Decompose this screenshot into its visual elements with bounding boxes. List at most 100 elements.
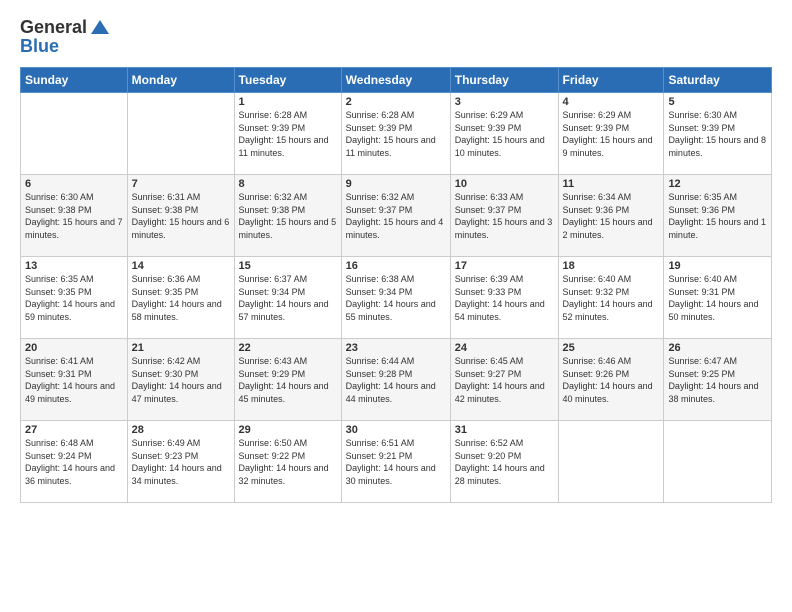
- calendar-cell: 12Sunrise: 6:35 AMSunset: 9:36 PMDayligh…: [664, 175, 772, 257]
- day-info: Sunrise: 6:51 AMSunset: 9:21 PMDaylight:…: [346, 437, 446, 487]
- day-number: 20: [25, 342, 123, 354]
- day-info: Sunrise: 6:41 AMSunset: 9:31 PMDaylight:…: [25, 355, 123, 405]
- page: General Blue SundayMondayTuesdayWednesda…: [0, 0, 792, 612]
- calendar-cell: 8Sunrise: 6:32 AMSunset: 9:38 PMDaylight…: [234, 175, 341, 257]
- day-info: Sunrise: 6:37 AMSunset: 9:34 PMDaylight:…: [239, 273, 337, 323]
- day-number: 28: [132, 424, 230, 436]
- logo-icon: [89, 16, 111, 38]
- calendar-cell: 15Sunrise: 6:37 AMSunset: 9:34 PMDayligh…: [234, 257, 341, 339]
- day-number: 3: [455, 96, 554, 108]
- day-number: 16: [346, 260, 446, 272]
- calendar-cell: 24Sunrise: 6:45 AMSunset: 9:27 PMDayligh…: [450, 339, 558, 421]
- weekday-header-row: SundayMondayTuesdayWednesdayThursdayFrid…: [21, 68, 772, 93]
- calendar-cell: 26Sunrise: 6:47 AMSunset: 9:25 PMDayligh…: [664, 339, 772, 421]
- calendar-cell: 10Sunrise: 6:33 AMSunset: 9:37 PMDayligh…: [450, 175, 558, 257]
- day-info: Sunrise: 6:48 AMSunset: 9:24 PMDaylight:…: [25, 437, 123, 487]
- week-row-5: 27Sunrise: 6:48 AMSunset: 9:24 PMDayligh…: [21, 421, 772, 503]
- logo: General Blue: [20, 16, 111, 57]
- day-number: 29: [239, 424, 337, 436]
- calendar-cell: 27Sunrise: 6:48 AMSunset: 9:24 PMDayligh…: [21, 421, 128, 503]
- day-number: 23: [346, 342, 446, 354]
- day-info: Sunrise: 6:46 AMSunset: 9:26 PMDaylight:…: [563, 355, 660, 405]
- day-number: 31: [455, 424, 554, 436]
- day-info: Sunrise: 6:34 AMSunset: 9:36 PMDaylight:…: [563, 191, 660, 241]
- day-info: Sunrise: 6:40 AMSunset: 9:31 PMDaylight:…: [668, 273, 767, 323]
- calendar-cell: 3Sunrise: 6:29 AMSunset: 9:39 PMDaylight…: [450, 93, 558, 175]
- week-row-1: 1Sunrise: 6:28 AMSunset: 9:39 PMDaylight…: [21, 93, 772, 175]
- header: General Blue: [20, 16, 772, 57]
- calendar-cell: 2Sunrise: 6:28 AMSunset: 9:39 PMDaylight…: [341, 93, 450, 175]
- logo-blue-text: Blue: [20, 36, 111, 57]
- day-number: 19: [668, 260, 767, 272]
- calendar-cell: 21Sunrise: 6:42 AMSunset: 9:30 PMDayligh…: [127, 339, 234, 421]
- day-info: Sunrise: 6:44 AMSunset: 9:28 PMDaylight:…: [346, 355, 446, 405]
- calendar: SundayMondayTuesdayWednesdayThursdayFrid…: [20, 67, 772, 503]
- calendar-cell: 23Sunrise: 6:44 AMSunset: 9:28 PMDayligh…: [341, 339, 450, 421]
- calendar-cell: 14Sunrise: 6:36 AMSunset: 9:35 PMDayligh…: [127, 257, 234, 339]
- day-number: 21: [132, 342, 230, 354]
- day-info: Sunrise: 6:52 AMSunset: 9:20 PMDaylight:…: [455, 437, 554, 487]
- calendar-cell: 5Sunrise: 6:30 AMSunset: 9:39 PMDaylight…: [664, 93, 772, 175]
- day-number: 22: [239, 342, 337, 354]
- weekday-header-saturday: Saturday: [664, 68, 772, 93]
- day-number: 26: [668, 342, 767, 354]
- day-info: Sunrise: 6:38 AMSunset: 9:34 PMDaylight:…: [346, 273, 446, 323]
- calendar-cell: [558, 421, 664, 503]
- calendar-cell: 6Sunrise: 6:30 AMSunset: 9:38 PMDaylight…: [21, 175, 128, 257]
- calendar-cell: 1Sunrise: 6:28 AMSunset: 9:39 PMDaylight…: [234, 93, 341, 175]
- calendar-cell: [21, 93, 128, 175]
- day-number: 13: [25, 260, 123, 272]
- day-info: Sunrise: 6:31 AMSunset: 9:38 PMDaylight:…: [132, 191, 230, 241]
- calendar-cell: 19Sunrise: 6:40 AMSunset: 9:31 PMDayligh…: [664, 257, 772, 339]
- day-info: Sunrise: 6:40 AMSunset: 9:32 PMDaylight:…: [563, 273, 660, 323]
- day-info: Sunrise: 6:29 AMSunset: 9:39 PMDaylight:…: [455, 109, 554, 159]
- calendar-cell: 9Sunrise: 6:32 AMSunset: 9:37 PMDaylight…: [341, 175, 450, 257]
- day-info: Sunrise: 6:39 AMSunset: 9:33 PMDaylight:…: [455, 273, 554, 323]
- week-row-3: 13Sunrise: 6:35 AMSunset: 9:35 PMDayligh…: [21, 257, 772, 339]
- day-number: 4: [563, 96, 660, 108]
- logo-general: General: [20, 17, 87, 38]
- day-info: Sunrise: 6:43 AMSunset: 9:29 PMDaylight:…: [239, 355, 337, 405]
- calendar-cell: 28Sunrise: 6:49 AMSunset: 9:23 PMDayligh…: [127, 421, 234, 503]
- day-info: Sunrise: 6:32 AMSunset: 9:37 PMDaylight:…: [346, 191, 446, 241]
- day-number: 24: [455, 342, 554, 354]
- day-info: Sunrise: 6:47 AMSunset: 9:25 PMDaylight:…: [668, 355, 767, 405]
- day-number: 10: [455, 178, 554, 190]
- week-row-2: 6Sunrise: 6:30 AMSunset: 9:38 PMDaylight…: [21, 175, 772, 257]
- weekday-header-friday: Friday: [558, 68, 664, 93]
- day-info: Sunrise: 6:35 AMSunset: 9:35 PMDaylight:…: [25, 273, 123, 323]
- calendar-cell: 31Sunrise: 6:52 AMSunset: 9:20 PMDayligh…: [450, 421, 558, 503]
- calendar-cell: 13Sunrise: 6:35 AMSunset: 9:35 PMDayligh…: [21, 257, 128, 339]
- day-number: 7: [132, 178, 230, 190]
- day-number: 9: [346, 178, 446, 190]
- day-number: 2: [346, 96, 446, 108]
- day-info: Sunrise: 6:28 AMSunset: 9:39 PMDaylight:…: [239, 109, 337, 159]
- week-row-4: 20Sunrise: 6:41 AMSunset: 9:31 PMDayligh…: [21, 339, 772, 421]
- day-number: 15: [239, 260, 337, 272]
- day-number: 6: [25, 178, 123, 190]
- calendar-cell: 17Sunrise: 6:39 AMSunset: 9:33 PMDayligh…: [450, 257, 558, 339]
- calendar-cell: 7Sunrise: 6:31 AMSunset: 9:38 PMDaylight…: [127, 175, 234, 257]
- day-number: 1: [239, 96, 337, 108]
- day-number: 17: [455, 260, 554, 272]
- weekday-header-thursday: Thursday: [450, 68, 558, 93]
- weekday-header-wednesday: Wednesday: [341, 68, 450, 93]
- day-info: Sunrise: 6:36 AMSunset: 9:35 PMDaylight:…: [132, 273, 230, 323]
- weekday-header-sunday: Sunday: [21, 68, 128, 93]
- day-info: Sunrise: 6:50 AMSunset: 9:22 PMDaylight:…: [239, 437, 337, 487]
- calendar-cell: 11Sunrise: 6:34 AMSunset: 9:36 PMDayligh…: [558, 175, 664, 257]
- day-number: 30: [346, 424, 446, 436]
- day-number: 27: [25, 424, 123, 436]
- day-number: 5: [668, 96, 767, 108]
- calendar-cell: 25Sunrise: 6:46 AMSunset: 9:26 PMDayligh…: [558, 339, 664, 421]
- calendar-cell: 16Sunrise: 6:38 AMSunset: 9:34 PMDayligh…: [341, 257, 450, 339]
- day-info: Sunrise: 6:49 AMSunset: 9:23 PMDaylight:…: [132, 437, 230, 487]
- calendar-cell: 4Sunrise: 6:29 AMSunset: 9:39 PMDaylight…: [558, 93, 664, 175]
- calendar-cell: 22Sunrise: 6:43 AMSunset: 9:29 PMDayligh…: [234, 339, 341, 421]
- day-number: 12: [668, 178, 767, 190]
- day-info: Sunrise: 6:45 AMSunset: 9:27 PMDaylight:…: [455, 355, 554, 405]
- day-number: 11: [563, 178, 660, 190]
- calendar-cell: [664, 421, 772, 503]
- day-number: 25: [563, 342, 660, 354]
- weekday-header-monday: Monday: [127, 68, 234, 93]
